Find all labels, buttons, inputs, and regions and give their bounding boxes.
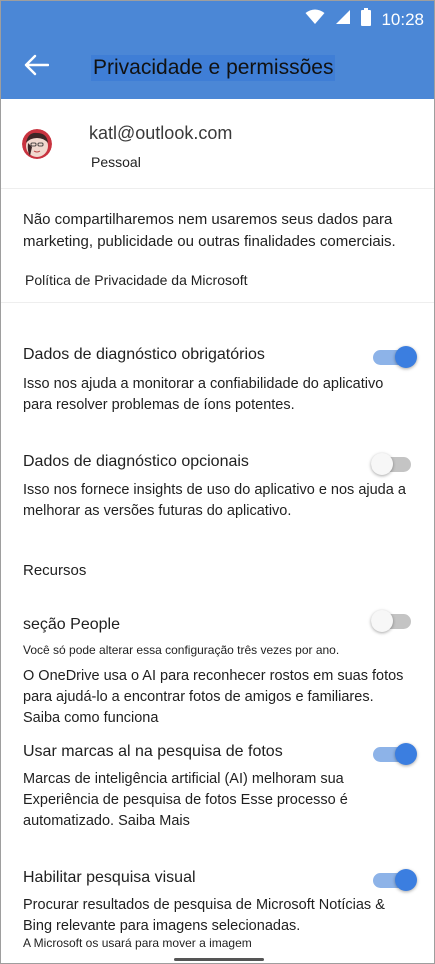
required-diagnostics-desc: Isso nos ajuda a monitorar a confiabilid… — [23, 376, 384, 413]
wifi-icon — [305, 9, 325, 30]
arrow-left-icon — [23, 54, 50, 81]
people-section-toggle[interactable] — [371, 609, 415, 632]
required-diagnostics-title: Dados de diagnóstico obrigatórios — [23, 346, 265, 363]
ai-tags-learn-more-link[interactable]: Saiba Mais — [118, 813, 190, 829]
optional-diagnostics-title: Dados de diagnóstico opcionais — [23, 453, 249, 470]
visual-search-toggle[interactable] — [373, 868, 417, 891]
people-section-title: seção People — [23, 616, 120, 633]
people-section-desc-text: O OneDrive usa o AI para reconhecer rost… — [23, 668, 404, 705]
required-diagnostics-toggle[interactable] — [373, 345, 417, 368]
visual-search-note: A Microsoft os usará para mover a imagem — [23, 936, 252, 950]
avatar — [22, 129, 52, 159]
people-learn-more-link[interactable]: Saiba como funciona — [23, 710, 158, 726]
privacy-settings-screen: 10:28 Privacidade e permissões katl@outl… — [0, 0, 435, 964]
status-time: 10:28 — [381, 9, 424, 29]
toggle-thumb — [395, 346, 417, 368]
privacy-notice-text: Não compartilharemos nem usaremos seus d… — [23, 211, 396, 250]
account-email: katl@outlook.com — [89, 123, 233, 143]
people-section-note: Você só pode alterar essa configuração t… — [23, 643, 340, 657]
account-type: Pessoal — [91, 154, 141, 170]
toggle-thumb — [395, 869, 417, 891]
toggle-thumb — [371, 453, 393, 475]
visual-search-title: Habilitar pesquisa visual — [23, 869, 196, 886]
ai-tags-desc: Marcas de inteligência artificial (AI) m… — [23, 769, 415, 832]
ai-tags-toggle[interactable] — [373, 742, 417, 765]
privacy-notice: Não compartilharemos nem usaremos seus d… — [1, 189, 434, 303]
people-section-desc: O OneDrive usa o AI para reconhecer rost… — [23, 666, 415, 729]
account-section: katl@outlook.com Pessoal — [1, 99, 434, 189]
optional-diagnostics-toggle[interactable] — [371, 452, 415, 475]
optional-diagnostics-desc: Isso nos fornece insights de uso do apli… — [23, 482, 406, 519]
privacy-policy-link[interactable]: Política de Privacidade da Microsoft — [25, 272, 248, 288]
app-bar: Privacidade e permissões — [1, 35, 434, 99]
page-title: Privacidade e permissões — [91, 55, 336, 81]
back-button[interactable] — [19, 51, 53, 83]
ai-tags-title: Usar marcas al na pesquisa de fotos — [23, 743, 283, 760]
signal-icon — [335, 9, 351, 30]
visual-search-desc: Procurar resultados de pesquisa de Micro… — [23, 897, 385, 934]
toggle-thumb — [395, 743, 417, 765]
resources-section-label: Recursos — [23, 562, 87, 579]
home-indicator — [174, 958, 264, 961]
toggle-thumb — [371, 610, 393, 632]
status-bar: 10:28 — [1, 1, 434, 35]
battery-icon — [361, 8, 372, 31]
